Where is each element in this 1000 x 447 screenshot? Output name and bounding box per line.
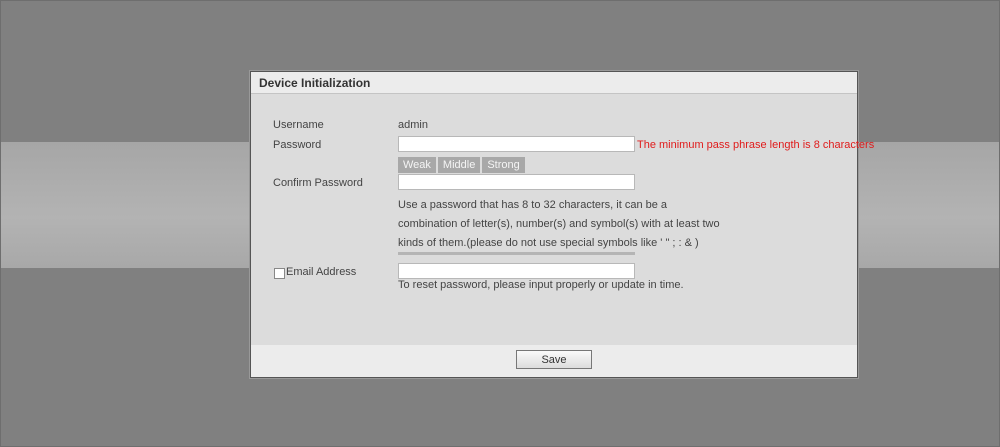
dialog-title: Device Initialization	[259, 76, 371, 90]
strength-strong: Strong	[482, 157, 525, 173]
password-label: Password	[273, 139, 322, 151]
password-strength-meter: Weak Middle Strong	[398, 157, 527, 173]
strength-middle: Middle	[437, 157, 481, 173]
password-rules-hint: Use a password that has 8 to 32 characte…	[398, 199, 720, 249]
email-field[interactable]	[398, 263, 635, 279]
username-label: Username	[273, 119, 324, 131]
confirm-password-label: Confirm Password	[273, 177, 363, 189]
confirm-password-field[interactable]	[398, 174, 635, 190]
dialog-footer: Save	[251, 345, 857, 377]
save-button[interactable]: Save	[516, 350, 592, 369]
section-divider	[398, 252, 635, 255]
dialog-title-bar: Device Initialization	[251, 72, 857, 94]
password-error-message: The minimum pass phrase length is 8 char…	[637, 139, 875, 151]
device-initialization-dialog: Device Initialization Username admin Pas…	[250, 71, 874, 378]
email-checkbox[interactable]	[274, 268, 285, 279]
password-field[interactable]	[398, 136, 635, 152]
strength-weak: Weak	[398, 157, 436, 173]
email-hint: To reset password, please input properly…	[398, 279, 684, 291]
email-address-label: Email Address	[286, 266, 357, 278]
username-value: admin	[398, 119, 428, 131]
